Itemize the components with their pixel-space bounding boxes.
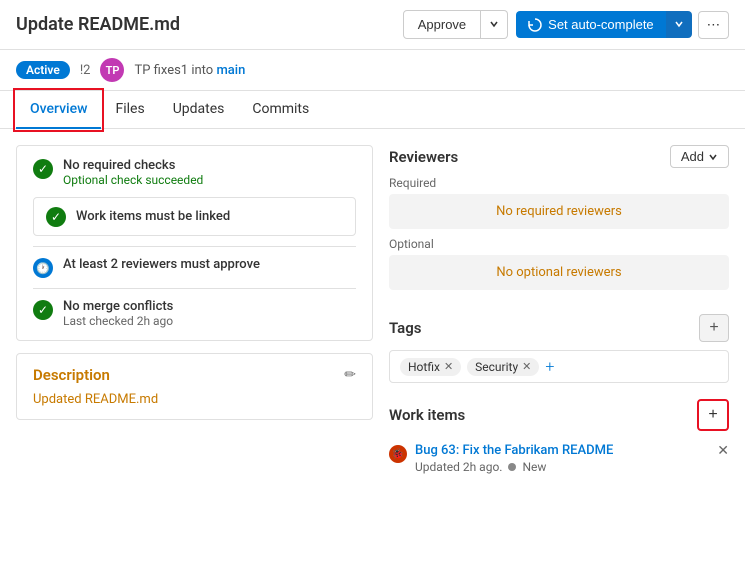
avatar: TP	[100, 58, 124, 82]
header-actions: Approve Set auto-complete ⋯	[403, 10, 729, 39]
check-required-text: No required checks Optional check succee…	[63, 158, 203, 187]
description-text: Updated README.md	[33, 392, 356, 407]
reviewers-title: Reviewers	[389, 148, 458, 166]
tags-header: Tags +	[389, 314, 729, 342]
reviewers-section: Reviewers Add Required No required revie…	[389, 145, 729, 298]
tab-updates[interactable]: Updates	[159, 91, 239, 129]
add-tag-plus-button[interactable]: +	[699, 314, 729, 342]
left-panel: ✓ No required checks Optional check succ…	[16, 145, 373, 547]
tags-section: Tags + Hotfix ✕ Security ✕ +	[389, 314, 729, 383]
page-header: Update README.md Approve Set auto-comple…	[0, 0, 745, 50]
more-icon: ⋯	[707, 17, 720, 32]
required-label: Required	[389, 176, 729, 190]
branch-link[interactable]: main	[216, 63, 245, 78]
work-items-success-icon: ✓	[46, 207, 66, 227]
sub-info-text: TP fixes1 into	[134, 63, 213, 78]
main-content: ✓ No required checks Optional check succ…	[0, 129, 745, 563]
edit-icon[interactable]: ✏	[344, 367, 356, 383]
work-items-section: Work items + 🐞 Bug 63: Fix the Fabrikam …	[389, 399, 729, 478]
tab-overview[interactable]: Overview	[16, 91, 101, 129]
no-required-checks-label: No required checks	[63, 158, 203, 173]
divider	[33, 246, 356, 247]
work-item-close-button[interactable]: ✕	[717, 443, 729, 459]
optional-label: Optional	[389, 237, 729, 251]
work-item-title[interactable]: Bug 63: Fix the Fabrikam README	[415, 443, 709, 458]
reviewers-check-label: At least 2 reviewers must approve	[63, 257, 260, 272]
work-item-status: New	[522, 460, 546, 474]
add-reviewer-label: Add	[681, 149, 704, 164]
success-icon: ✓	[33, 159, 53, 179]
work-item-status-dot	[508, 463, 516, 471]
autocomplete-button[interactable]: Set auto-complete	[516, 11, 666, 38]
page-title: Update README.md	[16, 14, 393, 35]
required-reviewers: Required No required reviewers	[389, 176, 729, 229]
chevron-down-icon-2	[674, 19, 684, 29]
tabs-bar: Overview Files Updates Commits	[0, 91, 745, 129]
add-work-item-button[interactable]: +	[697, 399, 729, 431]
tag-hotfix-remove[interactable]: ✕	[444, 360, 453, 373]
more-options-button[interactable]: ⋯	[698, 11, 729, 39]
tag-security-label: Security	[475, 360, 518, 374]
bug-icon: 🐞	[389, 445, 407, 463]
optional-check-label: Optional check succeeded	[63, 173, 203, 187]
chevron-down-icon-3	[708, 152, 718, 162]
work-item-updated: Updated 2h ago.	[415, 460, 502, 474]
clock-icon: 🕐	[33, 258, 53, 278]
no-optional-reviewers: No optional reviewers	[389, 255, 729, 290]
check-item-merge: ✓ No merge conflicts Last checked 2h ago	[33, 299, 356, 328]
description-title: Description	[33, 366, 110, 384]
divider-2	[33, 288, 356, 289]
merge-text: No merge conflicts Last checked 2h ago	[63, 299, 173, 328]
reviewers-header: Reviewers Add	[389, 145, 729, 168]
right-panel: Reviewers Add Required No required revie…	[389, 145, 729, 547]
chevron-down-icon	[489, 19, 499, 29]
check-item-required: ✓ No required checks Optional check succ…	[33, 158, 356, 187]
tags-title: Tags	[389, 319, 422, 337]
approve-chevron-button[interactable]	[481, 10, 508, 39]
description-card: Description ✏ Updated README.md	[16, 353, 373, 420]
tab-files[interactable]: Files	[101, 91, 158, 129]
autocomplete-chevron-button[interactable]	[666, 11, 692, 38]
checks-card: ✓ No required checks Optional check succ…	[16, 145, 373, 341]
tab-commits[interactable]: Commits	[238, 91, 323, 129]
work-items-title: Work items	[389, 406, 465, 424]
approve-button[interactable]: Approve	[403, 10, 481, 39]
no-required-reviewers: No required reviewers	[389, 194, 729, 229]
tag-add-button[interactable]: +	[545, 357, 554, 376]
sub-header: Active !2 TP TP fixes1 into main	[0, 50, 745, 91]
tag-chip-security: Security ✕	[467, 358, 539, 376]
description-header: Description ✏	[33, 366, 356, 384]
active-badge: Active	[16, 61, 70, 79]
work-items-header: Work items +	[389, 399, 729, 431]
commit-count: !2	[80, 63, 91, 78]
no-merge-conflicts-label: No merge conflicts	[63, 299, 173, 314]
add-reviewer-button[interactable]: Add	[670, 145, 729, 168]
work-items-check: ✓ Work items must be linked	[33, 197, 356, 236]
tags-container: Hotfix ✕ Security ✕ +	[389, 350, 729, 383]
work-item-row: 🐞 Bug 63: Fix the Fabrikam README Update…	[389, 439, 729, 478]
autocomplete-icon	[528, 18, 542, 32]
work-item-meta: Updated 2h ago. New	[415, 460, 709, 474]
autocomplete-label: Set auto-complete	[548, 17, 654, 32]
check-item-reviewers: 🕐 At least 2 reviewers must approve	[33, 257, 356, 278]
tag-security-remove[interactable]: ✕	[522, 360, 531, 373]
tag-hotfix-label: Hotfix	[408, 360, 440, 374]
work-item-details: Bug 63: Fix the Fabrikam README Updated …	[415, 443, 709, 474]
sub-info: TP fixes1 into main	[134, 63, 245, 78]
merge-success-icon: ✓	[33, 300, 53, 320]
last-checked-label: Last checked 2h ago	[63, 314, 173, 328]
optional-reviewers: Optional No optional reviewers	[389, 237, 729, 290]
tag-chip-hotfix: Hotfix ✕	[400, 358, 461, 376]
work-items-check-label: Work items must be linked	[76, 209, 230, 224]
